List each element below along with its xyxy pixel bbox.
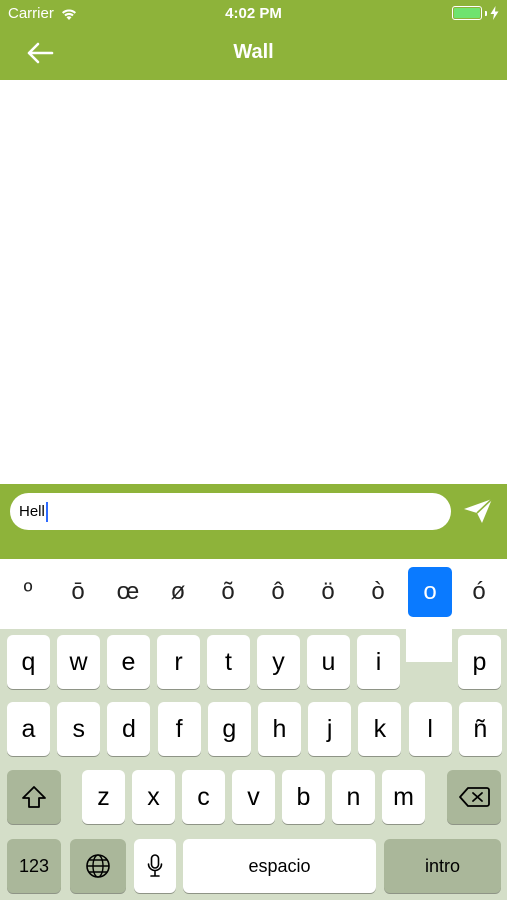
battery-fill bbox=[454, 8, 480, 18]
key-q[interactable]: q bbox=[7, 635, 50, 689]
battery-icon bbox=[452, 6, 482, 20]
key-u[interactable]: u bbox=[307, 635, 350, 689]
delete-key[interactable] bbox=[447, 770, 501, 824]
accent-option[interactable]: ô bbox=[256, 567, 300, 617]
key-v[interactable]: v bbox=[232, 770, 275, 824]
shift-icon bbox=[22, 786, 46, 808]
key-j[interactable]: j bbox=[308, 702, 352, 756]
key-f[interactable]: f bbox=[157, 702, 201, 756]
key-a[interactable]: a bbox=[7, 702, 50, 756]
key-d[interactable]: d bbox=[107, 702, 151, 756]
battery-tip bbox=[485, 10, 487, 16]
battery-indicator bbox=[452, 6, 499, 20]
key-y[interactable]: y bbox=[257, 635, 300, 689]
page-title: Wall bbox=[233, 41, 274, 63]
key-z[interactable]: z bbox=[82, 770, 125, 824]
backspace-icon bbox=[459, 787, 490, 807]
key-s[interactable]: s bbox=[57, 702, 101, 756]
wall-feed bbox=[0, 80, 507, 484]
key-t[interactable]: t bbox=[207, 635, 250, 689]
status-time: 4:02 PM bbox=[225, 5, 282, 22]
charging-bolt-icon bbox=[490, 6, 499, 20]
globe-icon bbox=[86, 854, 110, 878]
numbers-key[interactable]: 123 bbox=[7, 839, 61, 893]
key-k[interactable]: k bbox=[358, 702, 402, 756]
key-c[interactable]: c bbox=[182, 770, 225, 824]
key-m[interactable]: m bbox=[382, 770, 425, 824]
shift-key[interactable] bbox=[7, 770, 61, 824]
key-g[interactable]: g bbox=[207, 702, 251, 756]
message-input-value: Hell bbox=[19, 503, 45, 520]
key-b[interactable]: b bbox=[282, 770, 325, 824]
send-button[interactable] bbox=[462, 497, 498, 527]
globe-key[interactable] bbox=[70, 839, 126, 893]
accent-option[interactable]: ò bbox=[356, 567, 400, 617]
space-key[interactable]: espacio bbox=[183, 839, 376, 893]
key-p[interactable]: p bbox=[458, 635, 501, 689]
keyboard: q w e r t y u i p a s d f g h j k l ñ z x c v b n m 123 espacio intr… bbox=[0, 629, 507, 900]
accent-options-row: ºōœøõôöòoó bbox=[0, 559, 507, 629]
microphone-key[interactable] bbox=[134, 839, 176, 893]
accent-option[interactable]: ó bbox=[457, 567, 501, 617]
accent-option[interactable]: ö bbox=[306, 567, 350, 617]
accent-option[interactable]: œ bbox=[106, 567, 150, 617]
key-ñ[interactable]: ñ bbox=[458, 702, 502, 756]
key-r[interactable]: r bbox=[157, 635, 200, 689]
key-e[interactable]: e bbox=[107, 635, 150, 689]
message-input[interactable]: Hell bbox=[10, 493, 451, 530]
navigation-bar: Wall bbox=[0, 28, 507, 80]
key-l[interactable]: l bbox=[408, 702, 452, 756]
accent-option[interactable]: õ bbox=[206, 567, 250, 617]
status-bar: Carrier 4:02 PM bbox=[0, 0, 507, 28]
key-h[interactable]: h bbox=[258, 702, 301, 756]
return-key[interactable]: intro bbox=[384, 839, 501, 893]
key-w[interactable]: w bbox=[57, 635, 100, 689]
message-composer: Hell bbox=[0, 484, 507, 559]
text-caret bbox=[45, 501, 48, 522]
accent-option[interactable]: ø bbox=[156, 567, 200, 617]
accent-option[interactable]: ō bbox=[56, 567, 100, 617]
accent-option[interactable]: o bbox=[408, 567, 452, 617]
accent-option[interactable]: º bbox=[6, 567, 50, 617]
key-popup-connector bbox=[406, 629, 452, 662]
microphone-icon bbox=[147, 854, 163, 877]
key-i[interactable]: i bbox=[357, 635, 400, 689]
paper-plane-icon bbox=[464, 498, 493, 523]
key-n[interactable]: n bbox=[332, 770, 375, 824]
key-x[interactable]: x bbox=[132, 770, 175, 824]
